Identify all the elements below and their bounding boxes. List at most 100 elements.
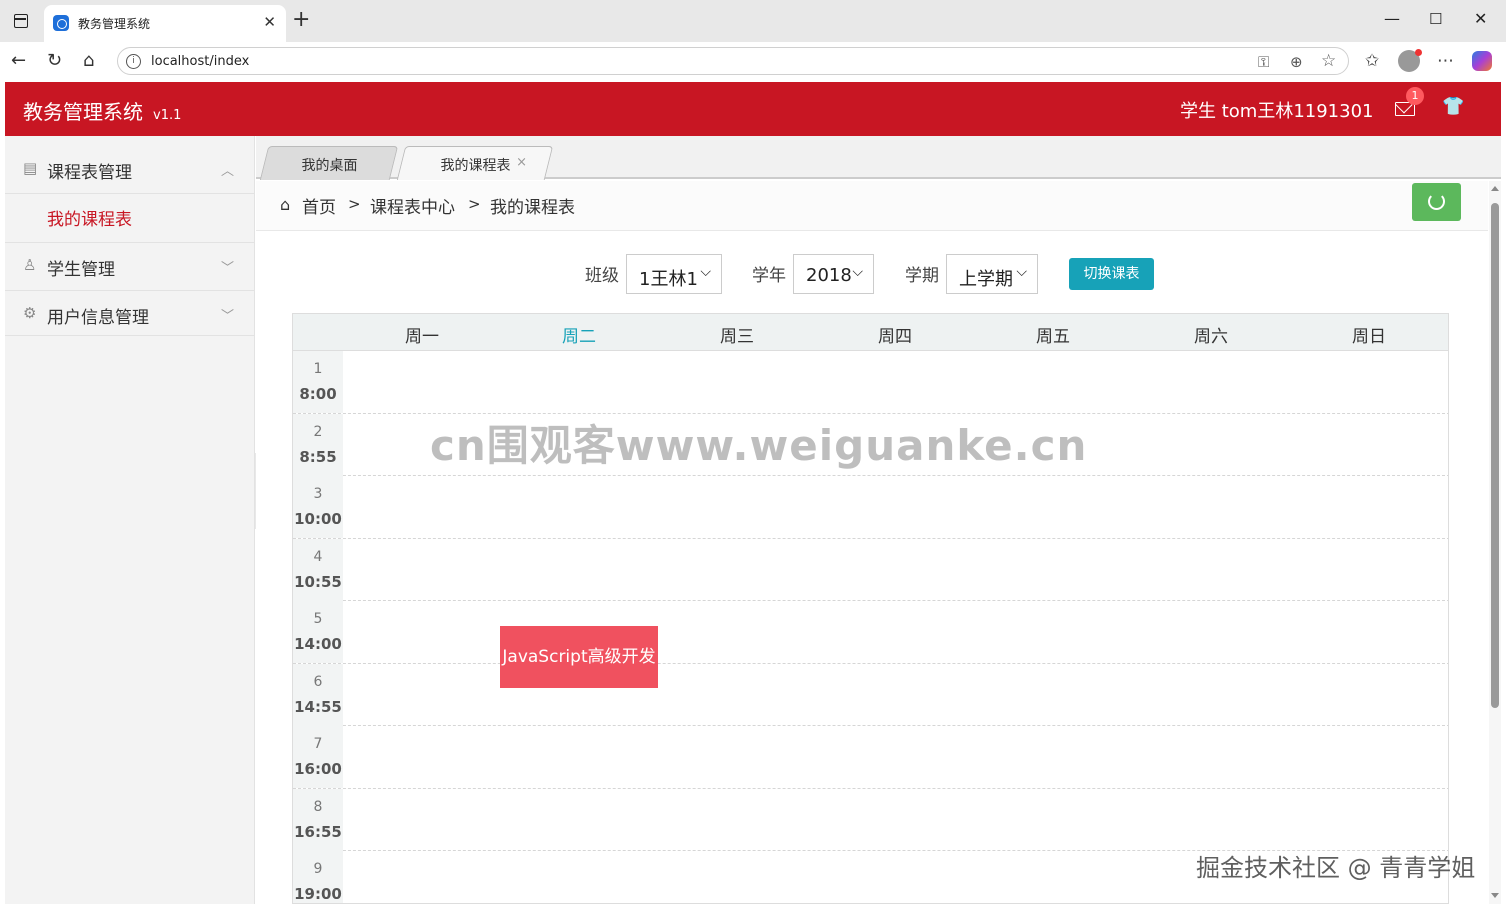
period-cell: 8 16:55 (293, 788, 343, 851)
period-number: 8 (313, 798, 323, 815)
period-number: 1 (313, 361, 323, 377)
app-title: 教务管理系统 v1.1 (23, 96, 181, 125)
period-row: 4 10:55 (293, 538, 1448, 601)
period-number: 3 (313, 486, 323, 502)
period-time: 14:55 (294, 697, 342, 716)
period-number: 6 (313, 673, 323, 690)
period-time: 16:00 (294, 760, 342, 778)
close-icon[interactable]: × (516, 147, 527, 170)
refresh-button[interactable] (1412, 183, 1461, 221)
year-select[interactable]: 2018 ⌵ (793, 254, 874, 294)
scroll-up-icon[interactable] (1491, 186, 1499, 191)
chevron-down-icon: ⌵ (1016, 264, 1027, 280)
sidebar-item-label: 我的课程表 (47, 210, 132, 230)
period-time: 8:00 (299, 385, 337, 403)
chevron-down-icon: ⌵ (852, 264, 863, 280)
vertical-scrollbar[interactable] (1489, 181, 1501, 904)
reload-icon[interactable]: ↻ (47, 50, 62, 71)
sidebar-group-label: 课程表管理 (47, 163, 132, 183)
year-value: 2018 (806, 265, 852, 286)
period-row: 5 14:00 (293, 601, 1448, 664)
center-watermark: cn围观客www.weiguanke.cn (430, 421, 1088, 470)
period-row: 1 8:00 (293, 351, 1448, 414)
address-input[interactable]: i localhost/index ⚿ ⊕ ☆ (117, 47, 1349, 75)
scroll-down-icon[interactable] (1491, 893, 1499, 898)
sidebar-group-schedule[interactable]: ▤ 课程表管理 ︿ (5, 146, 254, 194)
gear-icon: ⚙ (23, 304, 37, 322)
period-cell: 9 19:00 (293, 851, 343, 903)
period-time: 10:00 (294, 510, 342, 528)
term-select[interactable]: 上学期 ⌵ (946, 254, 1038, 294)
day-header-current: 周二 (562, 327, 596, 347)
browser-tab-bar: 教务管理系统 ✕ + — ☐ ✕ (0, 0, 1506, 42)
day-header: 周一 (405, 327, 439, 347)
sidebar-group-students[interactable]: ♙ 学生管理 ﹀ (5, 243, 254, 291)
home-icon[interactable]: ⌂ (83, 50, 94, 71)
scrollbar-thumb[interactable] (1491, 203, 1499, 708)
breadcrumb-separator: > (468, 195, 481, 213)
period-cell: 6 14:55 (293, 663, 343, 726)
breadcrumb-schedule-center[interactable]: 课程表中心 (370, 193, 455, 218)
chevron-down-icon: ⌵ (700, 264, 711, 280)
window-menu-icon[interactable] (14, 14, 28, 28)
minimize-icon[interactable]: — (1384, 9, 1400, 28)
close-tab-icon[interactable]: ✕ (263, 13, 276, 31)
sidebar: ▤ 课程表管理 ︿ 我的课程表 ♙ 学生管理 ﹀ ⚙ 用户信息管理 ﹀ (5, 136, 255, 904)
site-info-icon[interactable]: i (126, 54, 141, 69)
breadcrumb-current: 我的课程表 (490, 198, 575, 218)
close-window-icon[interactable]: ✕ (1474, 9, 1487, 28)
key-icon[interactable]: ⚿ (1258, 53, 1269, 71)
corner-watermark: 掘金技术社区 @ 青青学姐 (1196, 854, 1476, 882)
period-number: 5 (313, 611, 323, 627)
refresh-icon (1428, 193, 1445, 210)
app-version: v1.1 (153, 108, 182, 123)
tab-label: 我的桌面 (301, 158, 358, 174)
day-header: 周五 (1036, 327, 1070, 347)
sidebar-group-user-info[interactable]: ⚙ 用户信息管理 ﹀ (5, 291, 254, 336)
period-cell: 4 10:55 (293, 538, 343, 601)
more-menu-icon[interactable]: ⋯ (1437, 51, 1454, 71)
period-time: 8:55 (299, 447, 337, 466)
browser-tab-title: 教务管理系统 (78, 17, 151, 31)
chevron-down-icon: ﹀ (220, 261, 234, 276)
breadcrumb-home[interactable]: 首页 (302, 193, 336, 218)
class-select[interactable]: 1王林1 ⌵ (626, 254, 722, 294)
period-time: 16:55 (294, 822, 342, 841)
period-row: 8 16:55 (293, 788, 1448, 851)
user-icon: ♙ (23, 256, 37, 274)
mail-badge: 1 (1406, 87, 1424, 105)
back-icon[interactable]: ← (11, 50, 26, 71)
zoom-icon[interactable]: ⊕ (1290, 53, 1303, 71)
copilot-icon[interactable] (1472, 51, 1492, 71)
theme-shirt-icon[interactable]: 👕 (1442, 96, 1464, 117)
switch-schedule-button[interactable]: 切换课表 (1069, 258, 1154, 290)
class-label: 班级 (585, 266, 619, 286)
day-header: 周四 (878, 327, 912, 347)
favorite-star-icon[interactable]: ☆ (1321, 51, 1336, 71)
sidebar-group-label: 学生管理 (47, 260, 115, 280)
favorites-icon[interactable]: ✩ (1365, 51, 1379, 71)
day-header: 周三 (720, 327, 754, 347)
period-row: 6 14:55 (293, 663, 1448, 726)
tab-my-schedule[interactable]: 我的课程表 × (396, 146, 554, 180)
term-value: 上学期 (959, 269, 1013, 290)
app-header: 教务管理系统 v1.1 学生 tom王林1191301 1 👕 (5, 82, 1501, 136)
timetable: 周一 周二 周三 周四 周五 周六 周日 1 8:00 2 8:55 3 10:00 … (292, 313, 1449, 904)
app-title-text: 教务管理系统 (23, 100, 143, 124)
user-info[interactable]: 学生 tom王林1191301 (1180, 97, 1374, 123)
maximize-icon[interactable]: ☐ (1429, 10, 1442, 28)
browser-tab[interactable]: 教务管理系统 ✕ (44, 5, 286, 42)
period-time: 19:00 (294, 885, 342, 903)
profile-avatar[interactable] (1398, 49, 1422, 72)
home-icon: ⌂ (280, 195, 291, 214)
period-number: 9 (313, 861, 323, 877)
course-block[interactable]: JavaScript高级开发 (500, 626, 658, 688)
tab-my-desktop[interactable]: 我的桌面 (259, 146, 399, 180)
new-tab-icon[interactable]: + (292, 7, 310, 32)
period-cell: 1 8:00 (293, 351, 343, 413)
period-number: 2 (313, 423, 323, 440)
period-cell: 7 16:00 (293, 726, 343, 788)
browser-window: { "browser": { "tab_title": "教务管理系统", "u… (0, 0, 1506, 904)
chevron-down-icon: ﹀ (220, 309, 234, 324)
sidebar-item-my-schedule[interactable]: 我的课程表 (5, 194, 254, 243)
